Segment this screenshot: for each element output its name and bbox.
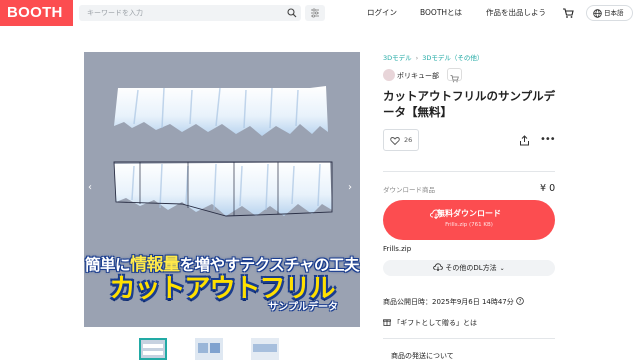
nav-sell[interactable]: 作品を出品しよう [486, 7, 546, 18]
like-count: 26 [404, 136, 413, 144]
breadcrumb: 3Dモデル › 3Dモデル（その他） [383, 54, 484, 62]
more-options-icon[interactable]: ••• [540, 134, 556, 145]
cart-icon[interactable] [562, 7, 574, 19]
next-image-button[interactable]: › [348, 182, 352, 193]
banner-caption: サンプルデータ [268, 302, 338, 313]
nav-login[interactable]: ログイン [367, 7, 397, 18]
product-title: カットアウトフリルのサンプルデータ【無料】 [383, 89, 556, 119]
gift-icon [383, 319, 391, 326]
publish-date: 商品公開日時：2025年9月6日 14時47分 ? [383, 297, 524, 307]
shop-avatar[interactable] [383, 69, 395, 81]
thumbnail-1[interactable] [139, 338, 167, 360]
language-selector[interactable]: 日本語 [586, 5, 633, 21]
logo-bag-icon [9, 34, 18, 43]
filter-button[interactable] [305, 5, 325, 21]
price: ¥ 0 [540, 183, 556, 194]
booth-logo[interactable]: BOOTH [0, 0, 73, 43]
download-file-info: Frills.zip (761 KB) [445, 222, 493, 228]
prev-image-button[interactable]: ‹ [88, 182, 92, 193]
breadcrumb-item[interactable]: 3Dモデル [383, 54, 412, 62]
like-button[interactable]: 26 [383, 129, 419, 151]
site-header: BOOTH ログイン BOOTHとは 作品を出品しよう 日本語 [0, 0, 640, 43]
product-main-image[interactable]: ‹ › 簡単に情報量を増やすテクスチャの工夫 カットアウトフリル サンプルデータ [84, 52, 360, 327]
thumbnail-3[interactable] [251, 338, 279, 360]
filter-icon [311, 8, 319, 18]
help-icon[interactable]: ? [516, 297, 524, 305]
shop-cart-button[interactable] [447, 68, 462, 83]
shop-name-link[interactable]: ポリキュー部 [397, 71, 439, 81]
heart-icon [390, 137, 400, 146]
cart-icon [450, 75, 459, 83]
chevron-down-icon: ⌄ [499, 265, 505, 272]
breadcrumb-item[interactable]: 3Dモデル（その他） [422, 54, 483, 62]
download-button-label: 無料ダウンロード [437, 209, 501, 218]
search-icon[interactable] [287, 8, 297, 18]
search-bar [79, 5, 301, 21]
cloud-download-icon [433, 263, 444, 272]
gift-info-link[interactable]: 「ギフトとして贈る」とは [383, 318, 477, 328]
divider [383, 171, 555, 172]
share-icon[interactable] [519, 135, 530, 146]
filename: Frills.zip [383, 245, 412, 253]
globe-icon [593, 9, 602, 18]
search-input[interactable] [87, 5, 277, 21]
language-label: 日本語 [604, 9, 624, 17]
other-download-methods-button[interactable]: その他のDL方法 ⌄ [383, 260, 555, 276]
svg-text:?: ? [519, 299, 522, 305]
other-download-label: その他のDL方法 [445, 264, 497, 272]
thumbnail-2[interactable] [195, 338, 223, 360]
gift-label: 「ギフトとして贈る」とは [393, 319, 478, 327]
free-download-button[interactable]: 無料ダウンロード Frills.zip (761 KB) [383, 200, 555, 240]
divider [383, 338, 555, 339]
nav-about[interactable]: BOOTHとは [420, 7, 462, 18]
download-type-label: ダウンロード商品 [383, 186, 435, 194]
shipping-heading: 商品の発送について [391, 352, 454, 360]
